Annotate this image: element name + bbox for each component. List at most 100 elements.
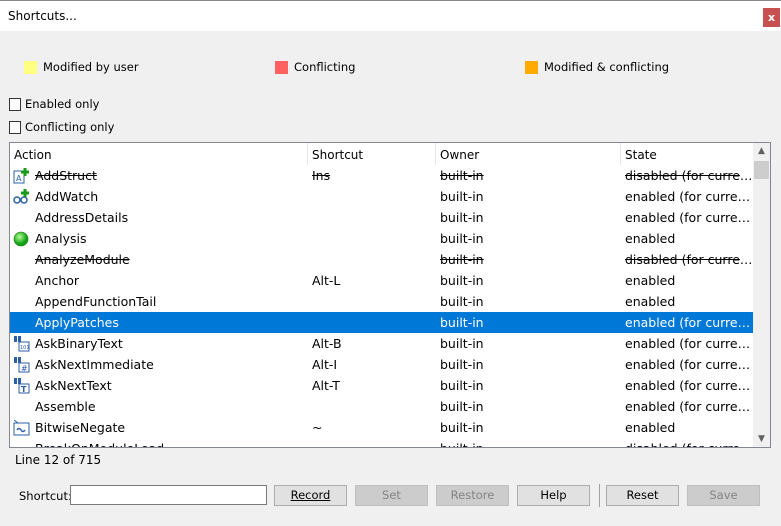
svg-text:T: T	[21, 385, 27, 394]
close-button[interactable]: x	[763, 8, 780, 27]
help-button[interactable]: Help	[517, 485, 590, 506]
owner-cell: built-in	[440, 357, 484, 372]
restore-button[interactable]: Restore	[436, 485, 509, 506]
scroll-thumb[interactable]	[754, 161, 769, 179]
action-cell: AddWatch	[35, 189, 99, 204]
owner-cell: built-in	[440, 168, 484, 183]
save-button[interactable]: Save	[687, 485, 760, 506]
column-header-state[interactable]: State	[621, 143, 754, 165]
binoculars-binary-icon: 101	[13, 335, 30, 352]
owner-cell: built-in	[440, 336, 484, 351]
legend-label: Conflicting	[294, 60, 356, 74]
reset-button[interactable]: Reset	[606, 485, 679, 506]
svg-text:#: #	[21, 364, 28, 373]
state-cell: enabled	[625, 231, 676, 246]
state-cell: enabled	[625, 294, 676, 309]
table-row[interactable]: BitwiseNegate ~ built-in enabled	[10, 417, 754, 438]
shortcuts-table[interactable]: Action Shortcut Owner State A AddStruct In…	[9, 142, 771, 448]
shortcut-cell: ~	[312, 420, 323, 435]
shortcut-cell: Alt-T	[312, 378, 340, 393]
legend-label: Modified & conflicting	[544, 60, 670, 74]
state-cell: enabled (for current...	[625, 210, 753, 225]
table-row[interactable]: T AskNextText Alt-T built-in enabled (for cu…	[10, 375, 754, 396]
add-struct-icon: A	[13, 167, 30, 184]
owner-cell: built-in	[440, 189, 484, 204]
checkbox-label: Conflicting only	[25, 120, 115, 134]
action-cell: Analysis	[35, 231, 87, 246]
record-button[interactable]: Record	[274, 485, 347, 506]
vertical-scrollbar[interactable]: ▲ ▼	[753, 143, 770, 447]
svg-text:101: 101	[20, 345, 30, 351]
action-cell: AddressDetails	[35, 210, 129, 225]
table-row[interactable]: # AskNextImmediate Alt-I built-in enabled (f…	[10, 354, 754, 375]
state-cell: enabled (for current...	[625, 189, 753, 204]
column-header-action[interactable]: Action	[10, 143, 308, 165]
table-row[interactable]: BreakOnModuleLoad built-in disabled (for c…	[10, 438, 754, 447]
green-circle-icon	[13, 230, 30, 247]
conflicting-only-checkbox[interactable]: Conflicting only	[9, 120, 114, 134]
swatch-yellow	[24, 60, 37, 74]
checkbox-label: Enabled only	[25, 97, 100, 111]
legend-modified-conflicting: Modified & conflicting	[525, 60, 669, 74]
action-cell: Anchor	[35, 273, 80, 288]
state-cell: enabled (for current...	[625, 315, 753, 330]
legend-modified-by-user: Modified by user	[24, 60, 139, 74]
column-header-owner[interactable]: Owner	[436, 143, 621, 165]
shortcut-cell: Alt-I	[312, 357, 338, 372]
binoculars-hash-icon: #	[13, 356, 30, 373]
table-row[interactable]: AppendFunctionTail built-in enabled	[10, 291, 754, 312]
owner-cell: built-in	[440, 252, 484, 267]
enabled-only-checkbox[interactable]: Enabled only	[9, 97, 99, 111]
state-cell: disabled (for curren...	[625, 168, 753, 183]
scroll-down-arrow[interactable]: ▼	[753, 434, 770, 444]
table-row[interactable]: A AddStruct Ins built-in disabled (for curre…	[10, 165, 754, 186]
checkbox-box[interactable]	[9, 97, 21, 111]
table-row[interactable]: AddressDetails built-in enabled (for curre…	[10, 207, 754, 228]
add-watch-icon	[13, 188, 30, 205]
title-bar: Shortcuts... x	[0, 0, 781, 31]
set-button[interactable]: Set	[355, 485, 428, 506]
state-cell: disabled (for curren...	[625, 252, 753, 267]
action-cell: AppendFunctionTail	[35, 294, 157, 309]
owner-cell: built-in	[440, 420, 484, 435]
shortcut-input[interactable]	[70, 485, 267, 505]
shortcut-cell: Alt-L	[312, 273, 341, 288]
state-cell: disabled (for curren...	[625, 441, 753, 447]
state-cell: enabled	[625, 273, 676, 288]
owner-cell: built-in	[440, 399, 484, 414]
swatch-orange	[525, 60, 538, 74]
state-cell: enabled (for current...	[625, 378, 753, 393]
table-row[interactable]: 101 AskBinaryText Alt-B built-in enabled (fo…	[10, 333, 754, 354]
state-cell: enabled (for current...	[625, 399, 753, 414]
table-row[interactable]: Analysis built-in enabled	[10, 228, 754, 249]
scroll-up-arrow[interactable]: ▲	[753, 146, 770, 156]
action-cell: AskNextText	[35, 378, 112, 393]
svg-text:A: A	[16, 174, 22, 183]
action-cell: AddStruct	[35, 168, 97, 183]
owner-cell: built-in	[440, 294, 484, 309]
action-cell: Assemble	[35, 399, 96, 414]
table-row[interactable]: Anchor Alt-L built-in enabled	[10, 270, 754, 291]
column-header-shortcut[interactable]: Shortcut	[308, 143, 436, 165]
table-row[interactable]: AnalyzeModule built-in disabled (for curre…	[10, 249, 754, 270]
action-cell: BitwiseNegate	[35, 420, 126, 435]
bitwise-negate-icon	[13, 419, 30, 436]
table-row[interactable]: Assemble built-in enabled (for current...	[10, 396, 754, 417]
owner-cell: built-in	[440, 273, 484, 288]
state-cell: enabled (for current...	[625, 336, 753, 351]
action-cell: AskBinaryText	[35, 336, 123, 351]
binoculars-text-icon: T	[13, 377, 30, 394]
shortcut-cell: Ins	[312, 168, 331, 183]
owner-cell: built-in	[440, 315, 484, 330]
legend-label: Modified by user	[43, 60, 139, 74]
line-status: Line 12 of 715	[15, 453, 102, 467]
table-row[interactable]: AddWatch built-in enabled (for current...	[10, 186, 754, 207]
table-row[interactable]: ApplyPatches built-in enabled (for current…	[10, 312, 754, 333]
legend-conflicting: Conflicting	[275, 60, 355, 74]
swatch-red	[275, 60, 288, 74]
owner-cell: built-in	[440, 231, 484, 246]
action-cell: AskNextImmediate	[35, 357, 154, 372]
action-cell: ApplyPatches	[35, 315, 119, 330]
checkbox-box[interactable]	[9, 120, 21, 134]
owner-cell: built-in	[440, 210, 484, 225]
